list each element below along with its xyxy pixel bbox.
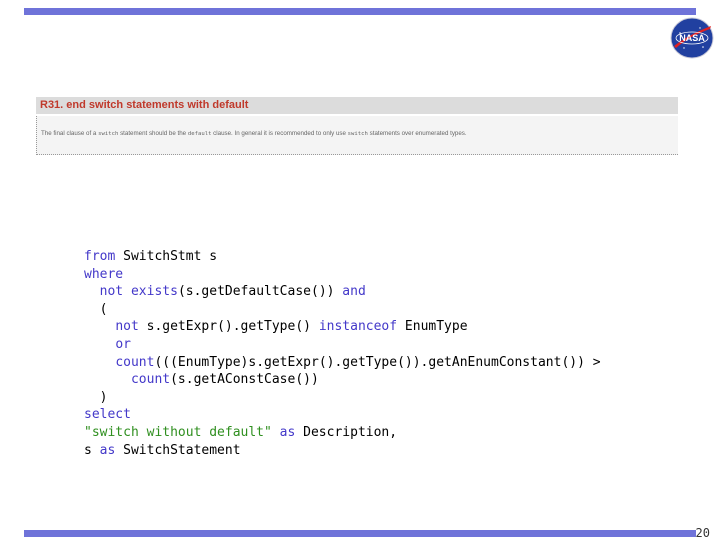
code-text: EnumType bbox=[397, 319, 468, 335]
keyword: count bbox=[130, 372, 171, 388]
keyword: exists bbox=[123, 284, 178, 300]
code-text: s.getExpr().getType() bbox=[138, 319, 319, 335]
keyword: as bbox=[99, 442, 116, 458]
code-line: where bbox=[84, 267, 123, 282]
code-text: Description, bbox=[295, 424, 398, 440]
rule-box: R31. end switch statements with default … bbox=[36, 97, 678, 155]
code-line: or bbox=[84, 337, 131, 352]
nasa-logo-icon: NASA bbox=[670, 17, 714, 59]
code-line: ( bbox=[84, 301, 108, 317]
string-literal: "switch without default" bbox=[84, 424, 272, 440]
rule-text-part: clause. In general it is recommended to … bbox=[213, 130, 346, 137]
rule-code-term: switch bbox=[347, 131, 368, 137]
keyword: from bbox=[84, 249, 116, 264]
code-text: (s.getAConstCase()) bbox=[170, 372, 319, 388]
code-text: (s.getDefaultCase()) bbox=[177, 284, 335, 300]
rule-text-part: The final clause of a bbox=[41, 130, 97, 137]
rule-code-term: switch bbox=[98, 131, 119, 137]
code-line: not s.getExpr().getType() instanceof Enu… bbox=[84, 319, 468, 335]
rule-description: The final clause of a switch statement s… bbox=[36, 116, 678, 155]
code-text: SwitchStatement bbox=[115, 442, 241, 458]
code-line: ) bbox=[84, 389, 108, 405]
code-line: not exists(s.getDefaultCase()) and bbox=[84, 284, 366, 299]
rule-title: R31. end switch statements with default bbox=[36, 97, 678, 114]
code-text: ( bbox=[84, 301, 108, 317]
code-line: "switch without default" as Description, bbox=[84, 425, 397, 440]
code-text: (((EnumType)s.getExpr().getType()).getAn… bbox=[154, 354, 601, 370]
rule-text-part: statements over enumerated types. bbox=[369, 130, 467, 137]
code-line: from SwitchStmt s bbox=[84, 249, 217, 264]
keyword: not bbox=[115, 319, 139, 335]
code-line: select bbox=[84, 407, 131, 422]
top-accent-bar bbox=[24, 8, 696, 15]
code-line: count(((EnumType)s.getExpr().getType()).… bbox=[84, 354, 601, 370]
keyword: or bbox=[115, 336, 131, 352]
keyword: and bbox=[334, 284, 366, 300]
keyword: as bbox=[271, 424, 296, 440]
keyword: select bbox=[84, 407, 131, 423]
keyword: not bbox=[99, 284, 124, 300]
code-line: count(s.getAConstCase()) bbox=[84, 372, 319, 387]
query-code-block: from SwitchStmt s where not exists(s.get… bbox=[84, 248, 601, 459]
rule-text: The final clause of a switch statement s… bbox=[41, 116, 674, 137]
code-text: s bbox=[84, 442, 100, 458]
svg-text:NASA: NASA bbox=[679, 33, 705, 43]
code-text: SwitchStmt s bbox=[115, 249, 218, 264]
keyword: instanceof bbox=[318, 319, 398, 335]
rule-text-part: statement should be the bbox=[120, 130, 187, 137]
rule-code-term: default bbox=[187, 131, 212, 137]
keyword: count bbox=[115, 354, 155, 370]
code-text: ) bbox=[84, 389, 108, 405]
code-line: s as SwitchStatement bbox=[84, 443, 241, 458]
page-number: 20 bbox=[695, 526, 710, 540]
bottom-accent-bar bbox=[24, 530, 696, 537]
keyword: where bbox=[84, 266, 124, 282]
